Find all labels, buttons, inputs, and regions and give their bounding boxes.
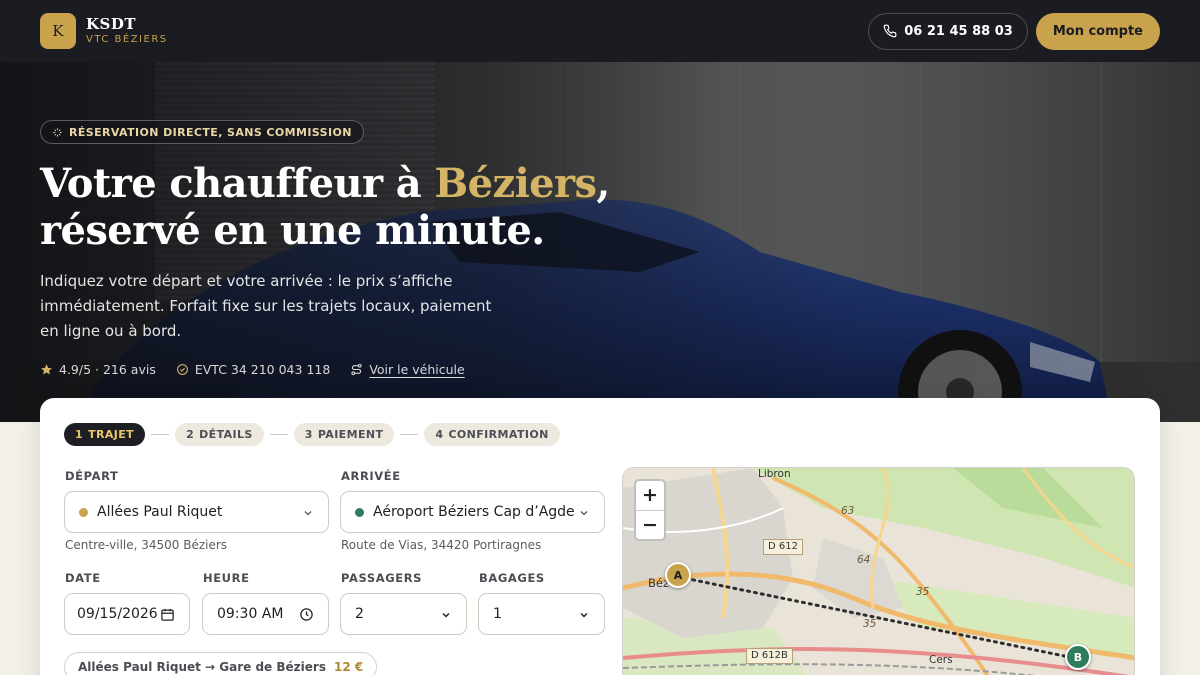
suggestion-price: 12 €	[333, 660, 364, 674]
check-circle-icon	[176, 364, 188, 375]
map-road-label: D 612B	[746, 648, 793, 664]
arrival-label: ARRIVÉE	[341, 469, 401, 483]
marker-b[interactable]: B	[1065, 644, 1091, 670]
calendar-icon[interactable]	[160, 607, 175, 622]
step-connector	[151, 434, 170, 435]
license-fact: EVTC 34 210 043 118	[176, 362, 330, 377]
marker-a[interactable]: A	[665, 562, 691, 588]
map-tiles	[623, 468, 1134, 675]
vehicle-link[interactable]: Voir le véhicule	[369, 362, 464, 377]
time-input[interactable]: 09:30 AM	[202, 593, 329, 635]
chevron-down-icon	[442, 612, 450, 618]
step-trajet[interactable]: 1 TRAJET	[64, 423, 146, 446]
passengers-label: PASSAGERS	[341, 571, 423, 585]
phone-button[interactable]: 06 21 45 88 03	[868, 12, 1028, 50]
title-part1: Votre chauffeur à	[40, 160, 435, 207]
departure-dot	[79, 507, 88, 517]
time-label: HEURE	[203, 571, 250, 585]
step-connector	[269, 434, 288, 435]
hero-title: Votre chauffeur à Béziers, réservé en un…	[40, 160, 680, 254]
vehicle-fact[interactable]: Voir le véhicule	[350, 362, 465, 377]
star-icon	[41, 364, 52, 375]
time-value: 09:30 AM	[217, 606, 284, 622]
step-label: TRAJET	[88, 428, 135, 441]
sparkle-icon	[53, 127, 62, 137]
step-number: 1	[75, 428, 84, 441]
map-road-number: 64	[857, 554, 871, 566]
zoom-out-button[interactable]: −	[636, 511, 664, 540]
step-label: CONFIRMATION	[448, 428, 549, 441]
chevron-down-icon	[304, 511, 312, 516]
step-number: 2	[186, 428, 195, 441]
stepper: 1 TRAJET 2 DÉTAILS 3 PAIEMENT 4 CONFIRMA…	[64, 423, 560, 446]
step-label: DÉTAILS	[199, 428, 253, 441]
date-input[interactable]: 09/15/2026	[64, 593, 190, 635]
step-number: 4	[435, 428, 444, 441]
map-road-number: 63	[841, 505, 855, 517]
suggestion-route: Allées Paul Riquet → Gare de Béziers	[78, 660, 326, 674]
title-line2: réservé en une minute.	[40, 207, 545, 254]
luggage-value: 1	[493, 606, 502, 622]
map-place-label: Libron	[758, 468, 791, 480]
date-label: DATE	[65, 571, 101, 585]
luggage-select[interactable]: 1	[478, 593, 605, 635]
clock-icon[interactable]	[299, 607, 314, 622]
map-road-label: D 612	[763, 539, 803, 555]
zoom-controls: + −	[634, 479, 666, 541]
step-confirmation[interactable]: 4 CONFIRMATION	[424, 423, 560, 446]
rating-text: 4.9/5 · 216 avis	[59, 362, 156, 377]
title-part2: ,	[596, 160, 610, 207]
title-highlight: Béziers	[434, 160, 597, 207]
brand-name: KSDT	[86, 14, 137, 33]
phone-number: 06 21 45 88 03	[904, 23, 1013, 39]
departure-value: Allées Paul Riquet	[97, 504, 223, 520]
logo: K	[40, 13, 76, 49]
date-value: 09/15/2026	[77, 606, 158, 622]
arrival-value: Aéroport Béziers Cap d’Agde	[373, 504, 575, 520]
step-paiement[interactable]: 3 PAIEMENT	[293, 423, 395, 446]
departure-select[interactable]: Allées Paul Riquet	[64, 491, 329, 533]
brand[interactable]: K KSDT VTC BÉZIERS	[40, 13, 168, 49]
departure-label: DÉPART	[65, 469, 119, 483]
map-place-label: Cers	[929, 654, 953, 666]
hero-section: RÉSERVATION DIRECTE, SANS COMMISSION Vot…	[0, 62, 1200, 422]
step-number: 3	[304, 428, 313, 441]
arrival-select[interactable]: Aéroport Béziers Cap d’Agde	[340, 491, 605, 533]
brand-text: KSDT VTC BÉZIERS	[86, 14, 168, 47]
phone-icon	[883, 24, 897, 38]
rating-fact: 4.9/5 · 216 avis	[40, 362, 156, 377]
top-bar: K KSDT VTC BÉZIERS 06 21 45 88 03 Mon co…	[0, 0, 1200, 62]
license-text: EVTC 34 210 043 118	[194, 362, 331, 377]
step-details[interactable]: 2 DÉTAILS	[175, 423, 264, 446]
brand-subtitle: VTC BÉZIERS	[86, 33, 168, 45]
account-button[interactable]: Mon compte	[1035, 12, 1160, 50]
booking-card: 1 TRAJET 2 DÉTAILS 3 PAIEMENT 4 CONFIRMA…	[40, 398, 1160, 675]
passengers-select[interactable]: 2	[340, 593, 467, 635]
map-road-number: 35	[863, 618, 877, 630]
passengers-value: 2	[355, 606, 364, 622]
departure-address: Centre-ville, 34500 Béziers	[65, 538, 228, 552]
header-actions: 06 21 45 88 03 Mon compte	[868, 12, 1160, 50]
hero-facts: 4.9/5 · 216 avis EVTC 34 210 043 118 Voi…	[40, 362, 465, 377]
zoom-in-button[interactable]: +	[636, 481, 664, 511]
map-road-number: 35	[916, 586, 930, 598]
chevron-down-icon	[580, 612, 588, 618]
hero-lead: Indiquez votre départ et votre arrivée :…	[40, 272, 492, 340]
arrival-dot	[355, 507, 364, 517]
route-icon	[351, 363, 362, 376]
chevron-down-icon	[580, 511, 588, 516]
luggage-label: BAGAGES	[479, 571, 545, 585]
arrival-address: Route de Vias, 34420 Portiragnes	[341, 538, 542, 552]
route-suggestion-chip[interactable]: Allées Paul Riquet → Gare de Béziers 12 …	[64, 652, 378, 675]
step-connector	[400, 434, 419, 435]
route-map[interactable]: + − Libron Béz Cers D 612 D 612B 63 64 3…	[622, 467, 1135, 675]
tagline-badge: RÉSERVATION DIRECTE, SANS COMMISSION	[40, 120, 364, 144]
step-label: PAIEMENT	[317, 428, 384, 441]
tagline-text: RÉSERVATION DIRECTE, SANS COMMISSION	[69, 125, 352, 139]
